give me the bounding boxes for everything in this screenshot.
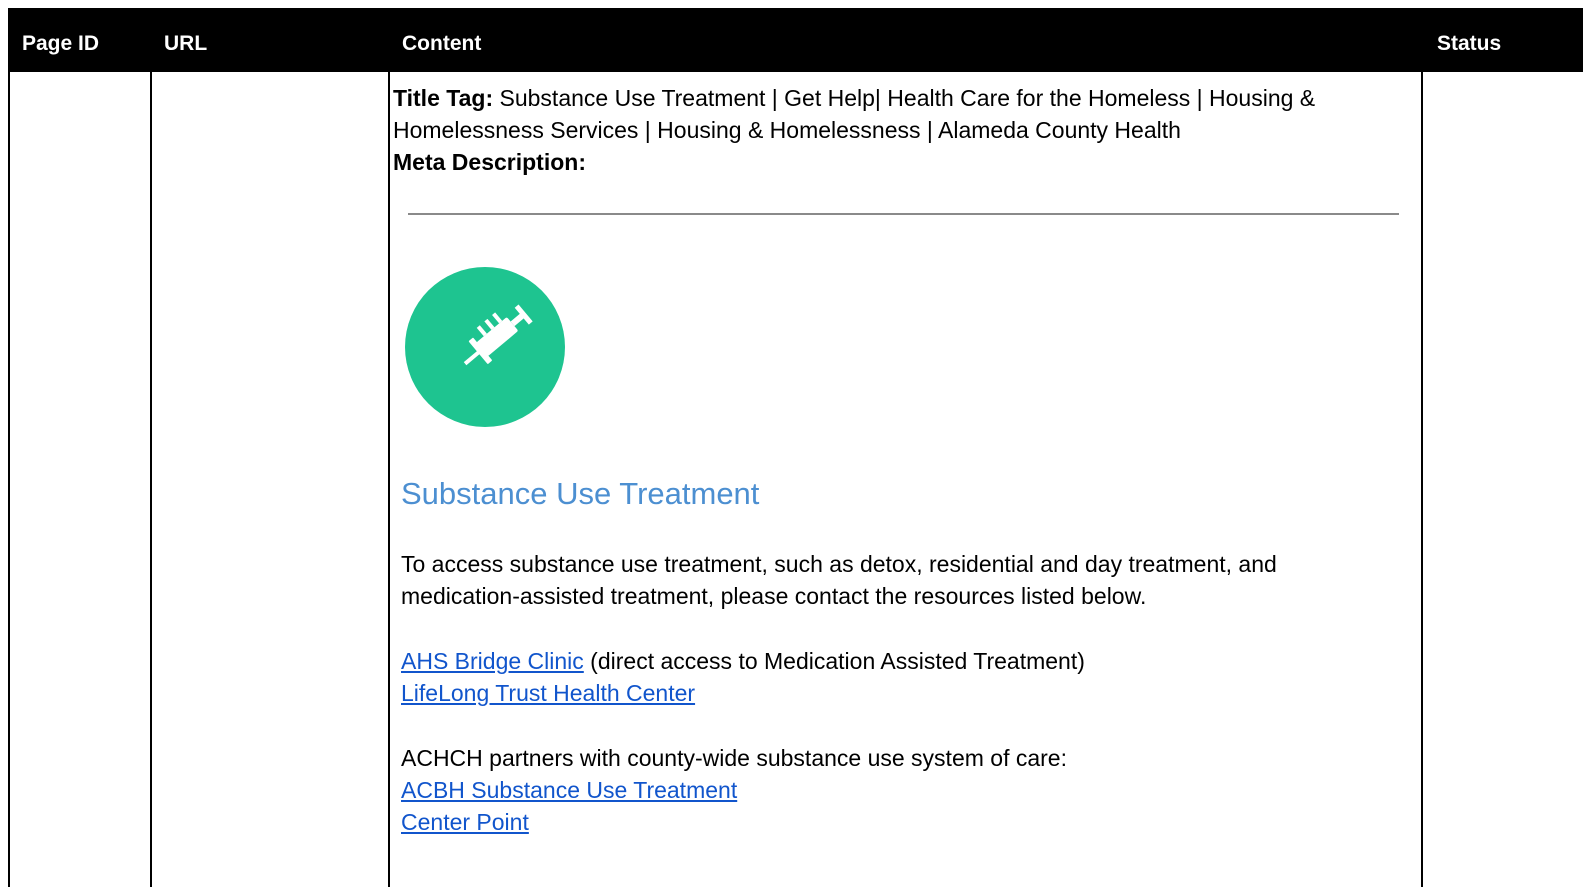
title-tag-value: Substance Use Treatment | Get Help| Heal… bbox=[393, 85, 1316, 143]
header-url: URL bbox=[164, 32, 208, 55]
column-divider-content bbox=[388, 72, 390, 887]
center-point-link[interactable]: Center Point bbox=[401, 809, 529, 835]
page-heading: Substance Use Treatment bbox=[401, 476, 760, 511]
title-tag-label: Title Tag: bbox=[393, 85, 494, 111]
list-item: LifeLong Trust Health Center bbox=[401, 677, 1401, 709]
partners-text: ACHCH partners with county-wide substanc… bbox=[401, 745, 1067, 771]
meta-block: Title Tag: Substance Use Treatment | Get… bbox=[393, 82, 1393, 178]
meta-description: Meta Description: bbox=[393, 146, 1393, 178]
column-divider-url bbox=[150, 72, 152, 887]
title-tag: Title Tag: Substance Use Treatment | Get… bbox=[393, 82, 1393, 146]
meta-description-label: Meta Description: bbox=[393, 149, 586, 175]
intro-paragraph: To access substance use treatment, such … bbox=[401, 551, 1277, 609]
clinic-links: AHS Bridge Clinic (direct access to Medi… bbox=[401, 645, 1401, 709]
link-note: (direct access to Medication Assisted Tr… bbox=[583, 648, 1085, 674]
list-item: AHS Bridge Clinic (direct access to Medi… bbox=[401, 645, 1401, 677]
horizontal-divider bbox=[408, 213, 1399, 215]
syringe-icon bbox=[405, 267, 565, 427]
column-divider-status bbox=[1421, 72, 1423, 887]
header-content: Content bbox=[402, 32, 482, 55]
ahs-bridge-clinic-link[interactable]: AHS Bridge Clinic bbox=[401, 648, 584, 674]
table-header-row: Page ID URL Content Status bbox=[10, 10, 1583, 72]
header-status: Status bbox=[1437, 32, 1502, 55]
lifelong-trust-link[interactable]: LifeLong Trust Health Center bbox=[401, 680, 695, 706]
acbh-link[interactable]: ACBH Substance Use Treatment bbox=[401, 777, 737, 803]
list-item: ACBH Substance Use Treatment bbox=[401, 774, 1401, 806]
partners-section: ACHCH partners with county-wide substanc… bbox=[401, 742, 1401, 838]
header-page-id: Page ID bbox=[22, 32, 100, 55]
list-item: Center Point bbox=[401, 806, 1401, 838]
